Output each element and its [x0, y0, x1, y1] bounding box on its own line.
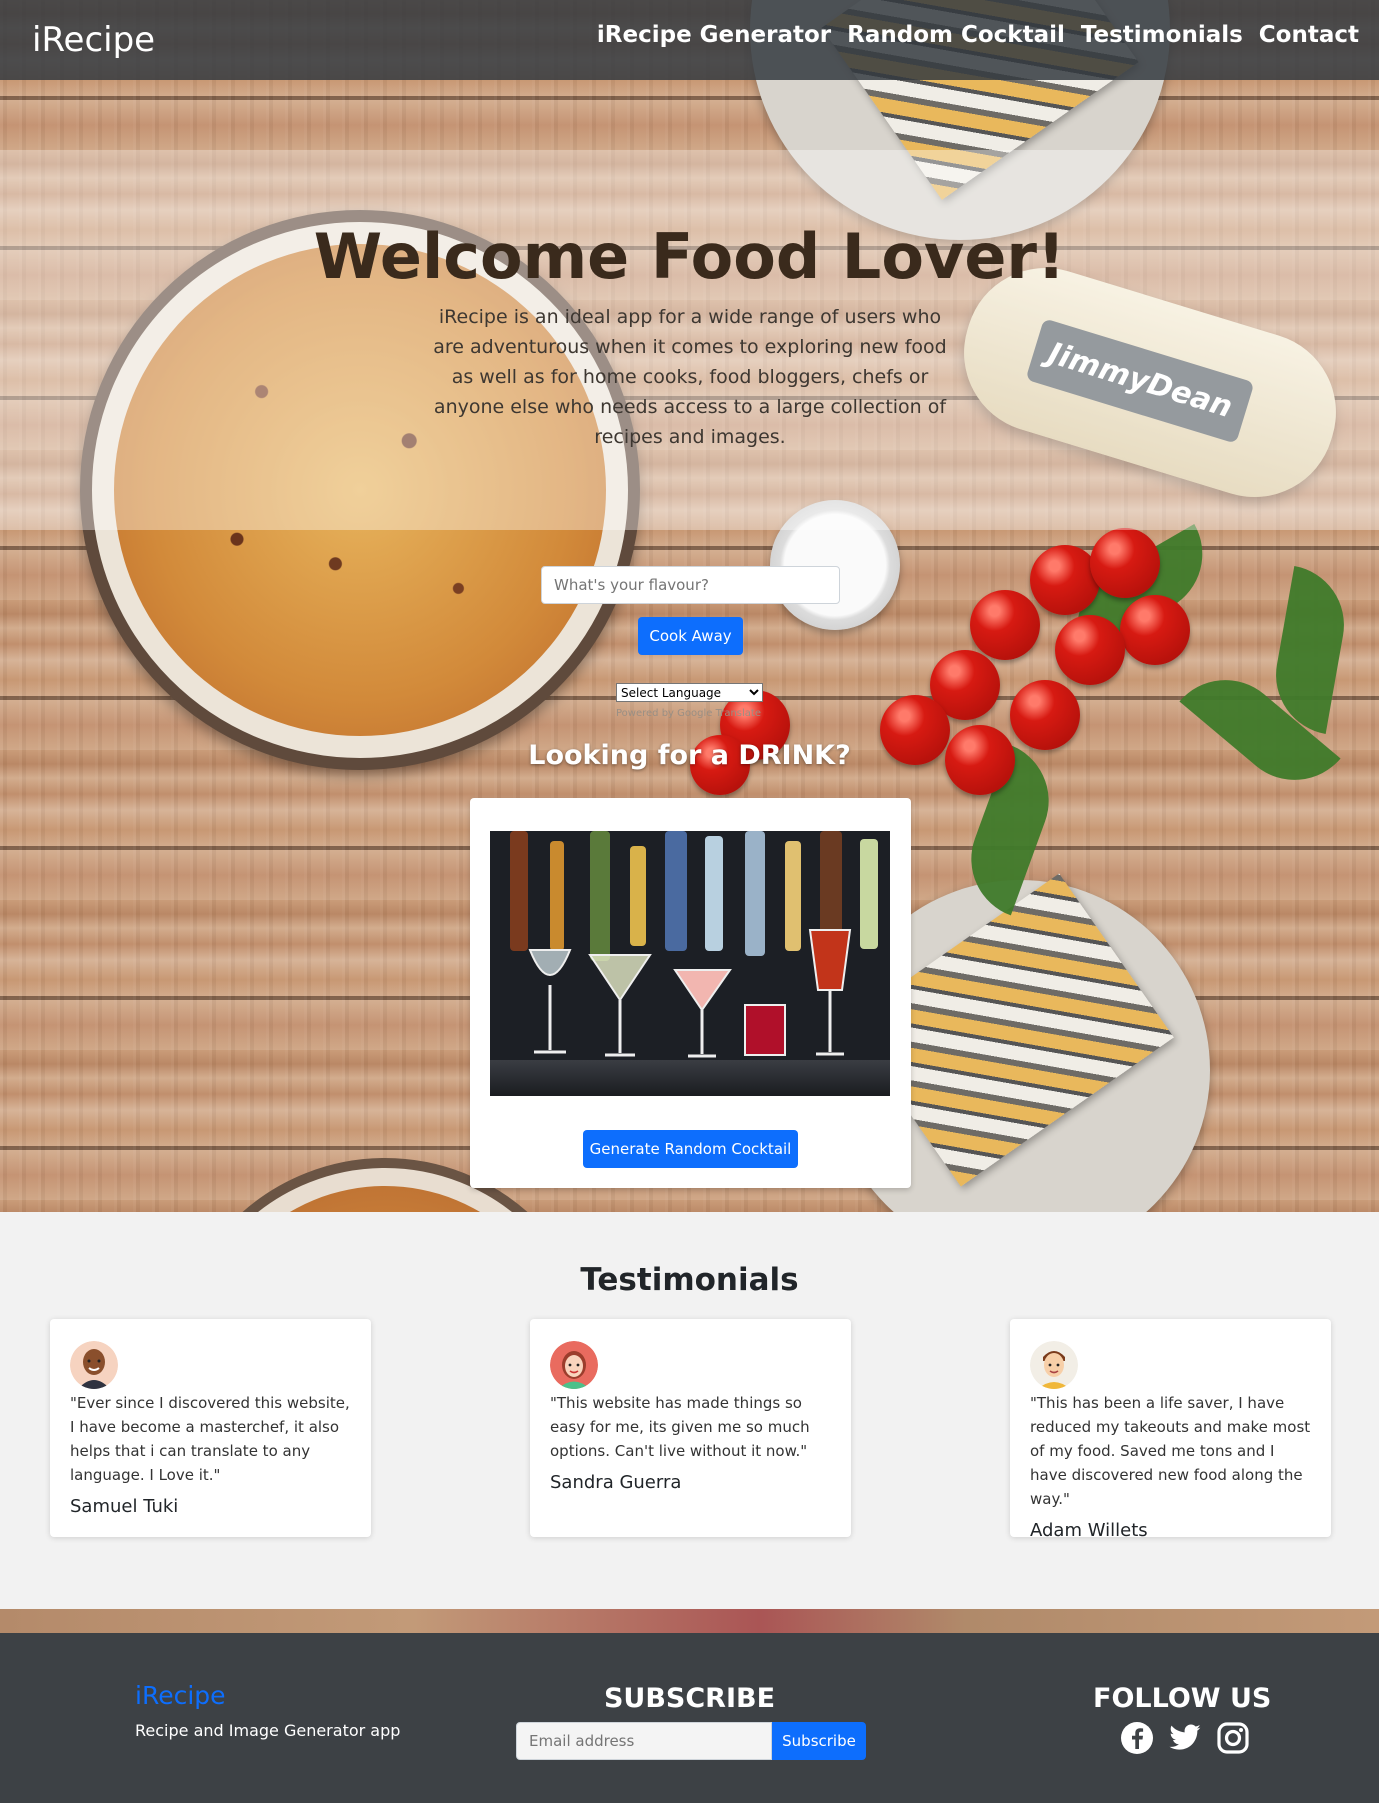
facebook-icon[interactable]	[1120, 1721, 1154, 1755]
google-translate-credit: Powered by Google Translate	[616, 708, 761, 719]
cocktail-image	[490, 831, 890, 1096]
follow-us-title: FOLLOW US	[1093, 1683, 1272, 1714]
flavour-search-input[interactable]	[541, 566, 840, 604]
hero-description: iRecipe is an ideal app for a wide range…	[433, 306, 947, 448]
footer: iRecipe Recipe and Image Generator app S…	[0, 1633, 1379, 1803]
nav-link-random-cocktail[interactable]: Random Cocktail	[847, 22, 1065, 48]
testimonial-quote: "Ever since I discovered this website, I…	[70, 1394, 350, 1484]
language-select[interactable]: Select Language	[616, 683, 763, 702]
footer-tagline: Recipe and Image Generator app	[135, 1721, 401, 1740]
instagram-icon[interactable]	[1216, 1721, 1250, 1755]
cook-away-button[interactable]: Cook Away	[638, 617, 743, 655]
avatar	[1030, 1341, 1078, 1389]
testimonial-card: "This has been a life saver, I have redu…	[1010, 1319, 1331, 1541]
testimonial-card: "This website has made things so easy fo…	[530, 1319, 851, 1537]
social-links	[1120, 1721, 1250, 1755]
testimonial-name: Sandra Guerra	[550, 1472, 682, 1493]
hero-title: Welcome Food Lover!	[313, 220, 1066, 293]
brand-logo[interactable]: iRecipe	[32, 20, 155, 60]
generate-cocktail-button[interactable]: Generate Random Cocktail	[583, 1130, 798, 1168]
testimonials-section: Testimonials "Ever since I discovered th…	[0, 1212, 1379, 1609]
subscribe-button[interactable]: Subscribe	[772, 1722, 866, 1760]
nav-link-recipe-generator[interactable]: iRecipe Generator	[597, 22, 831, 48]
nav-link-contact[interactable]: Contact	[1259, 22, 1359, 48]
twitter-icon[interactable]	[1168, 1721, 1202, 1755]
testimonial-name: Adam Willets	[1030, 1520, 1148, 1541]
testimonial-quote: "This has been a life saver, I have redu…	[1030, 1394, 1311, 1508]
drink-heading: Looking for a DRINK?	[528, 740, 851, 771]
nav-link-testimonials[interactable]: Testimonials	[1081, 22, 1243, 48]
cocktail-card: Generate Random Cocktail	[470, 798, 911, 1188]
testimonial-card: "Ever since I discovered this website, I…	[50, 1319, 371, 1537]
nav-links: iRecipe Generator Random Cocktail Testim…	[597, 22, 1359, 48]
testimonials-heading: Testimonials	[580, 1262, 799, 1298]
testimonial-quote: "This website has made things so easy fo…	[550, 1394, 810, 1460]
top-navbar: iRecipe iRecipe Generator Random Cocktai…	[0, 0, 1379, 80]
avatar	[550, 1341, 598, 1389]
email-field[interactable]	[516, 1722, 772, 1760]
avatar	[70, 1341, 118, 1389]
testimonial-name: Samuel Tuki	[70, 1496, 179, 1517]
